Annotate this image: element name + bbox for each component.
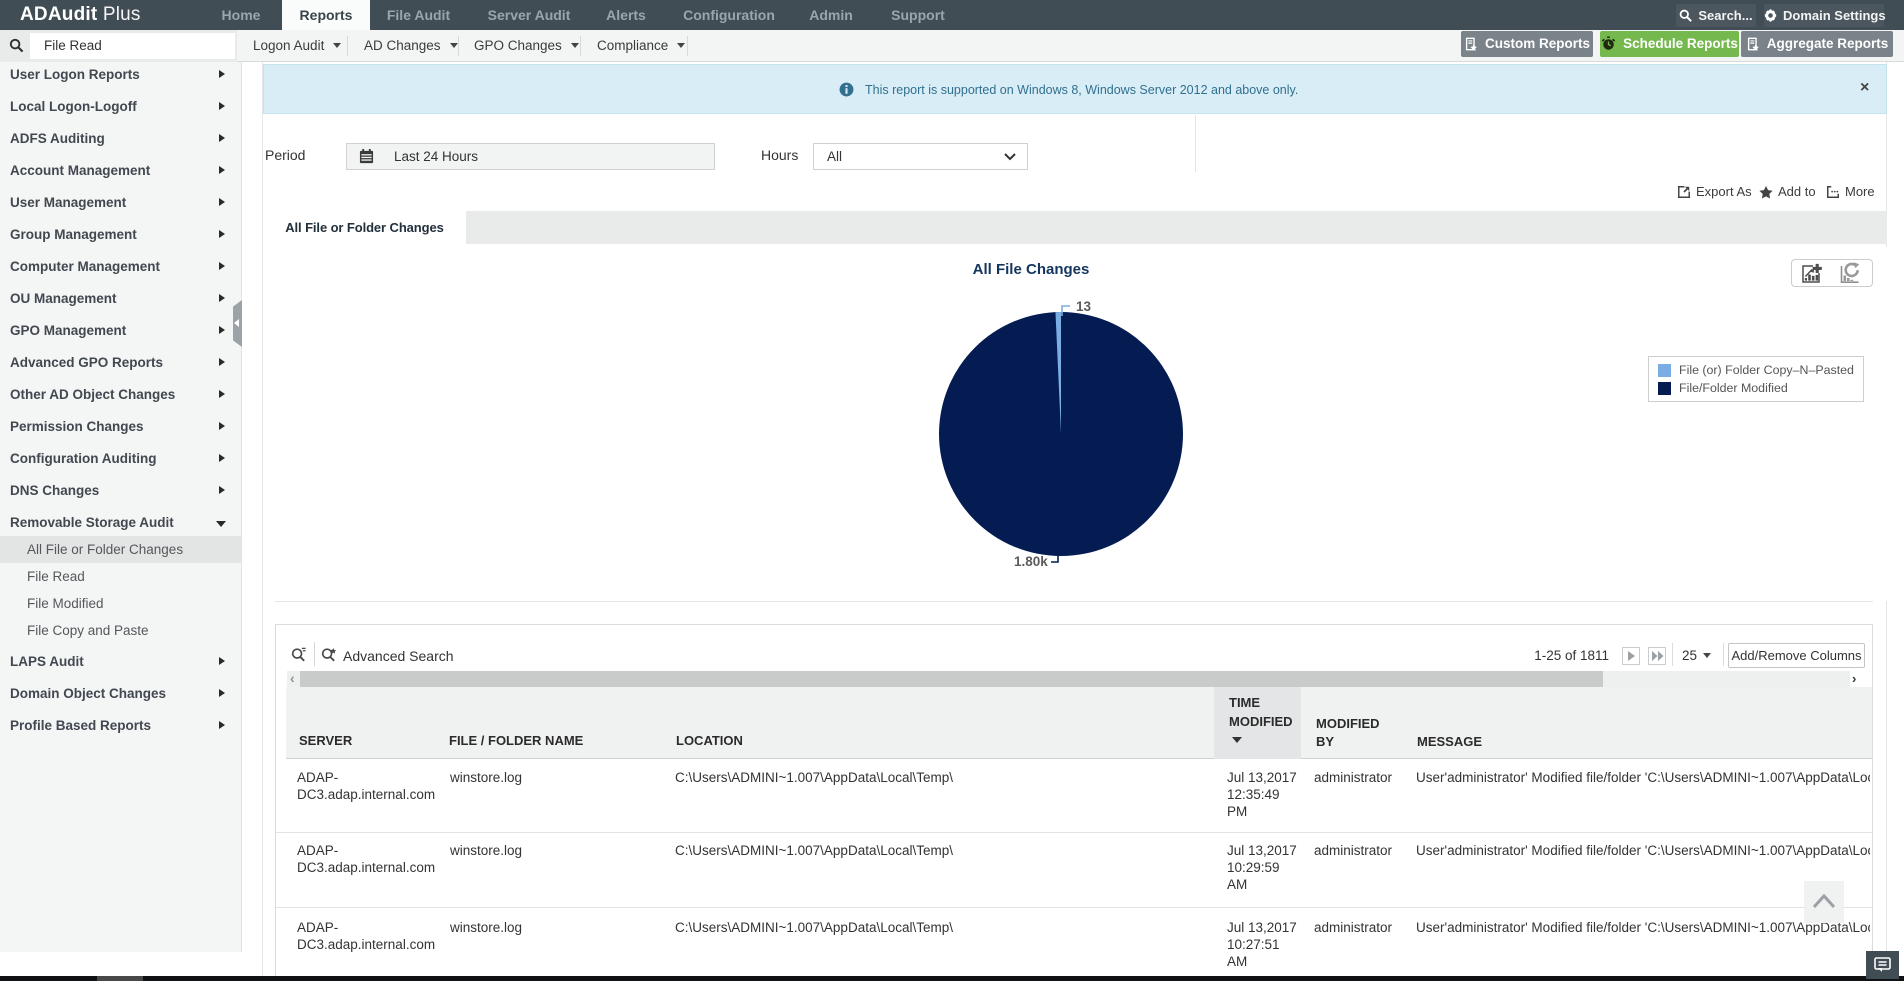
svg-text:13: 13 xyxy=(1076,299,1092,314)
svg-text:1.80k: 1.80k xyxy=(1014,554,1048,569)
